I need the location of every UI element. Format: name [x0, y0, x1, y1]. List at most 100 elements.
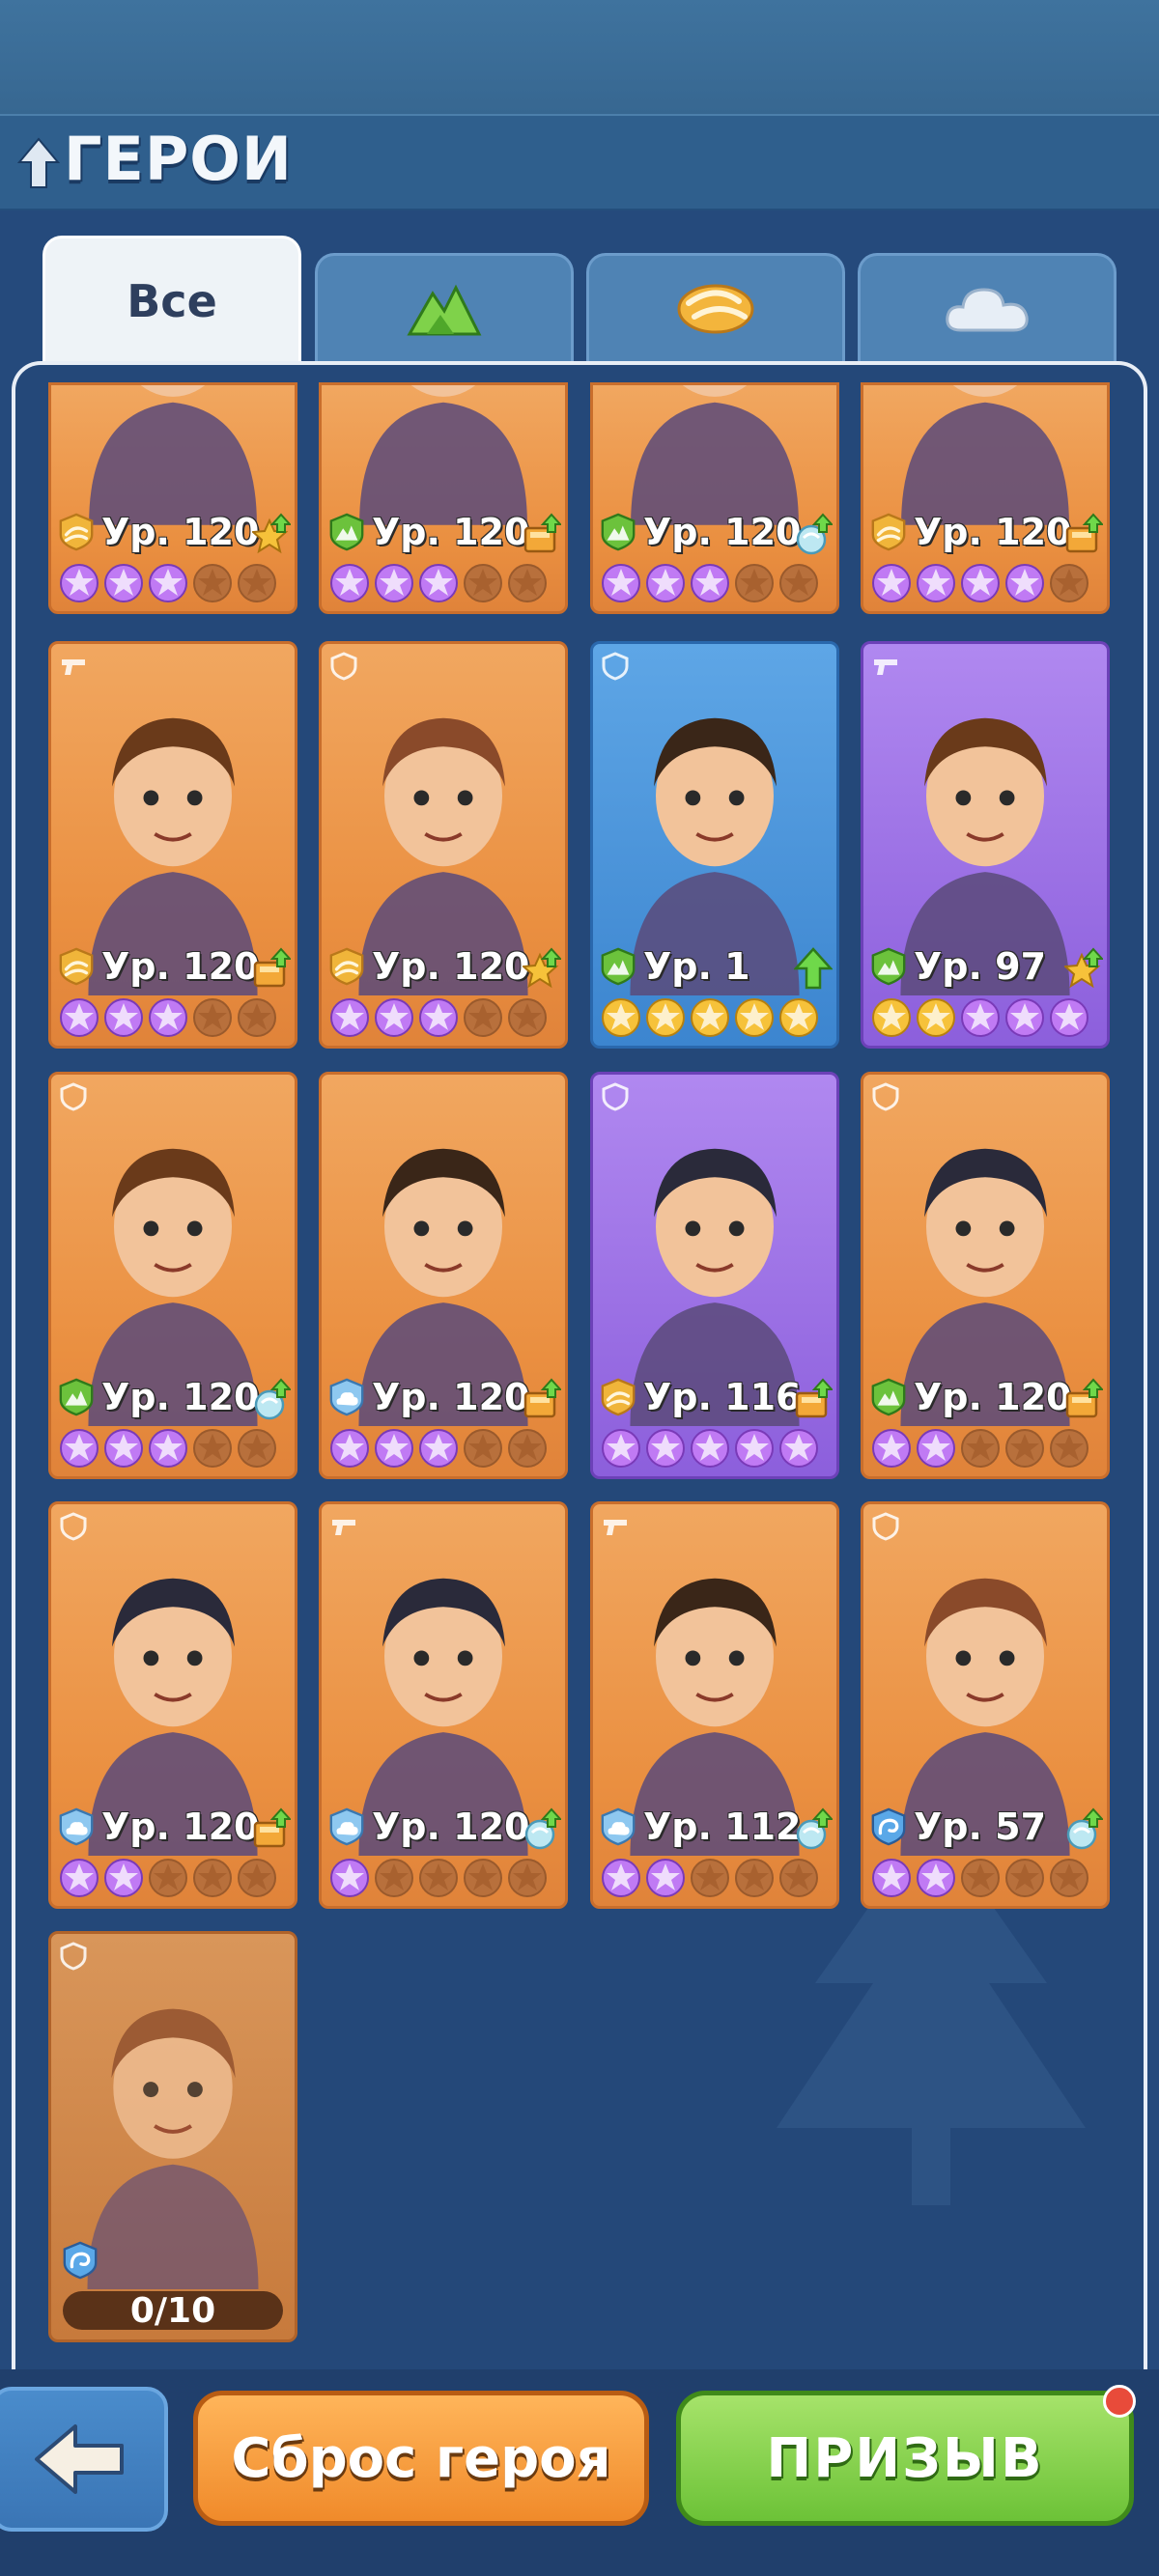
purple-star-icon	[59, 1428, 99, 1469]
hero-card[interactable]: Ур. 1	[590, 641, 839, 1049]
hero-stars	[601, 1428, 819, 1469]
gun-class-icon	[59, 652, 88, 681]
hero-level: Ур. 120	[101, 945, 260, 988]
hero-level: Ур. 57	[914, 1806, 1046, 1848]
hero-card[interactable]: Ур. 120	[861, 382, 1110, 614]
upgrade-book-icon	[252, 947, 291, 990]
summon-label: ПРИЗЫВ	[766, 2427, 1043, 2490]
purple-star-icon	[690, 1428, 730, 1469]
upgrade-star-icon	[523, 947, 561, 990]
hero-level: Ур. 120	[372, 511, 530, 553]
purple-star-icon	[148, 997, 188, 1038]
hero-card[interactable]: Ур. 120	[48, 641, 297, 1049]
purple-star-icon	[1004, 563, 1045, 603]
purple-star-icon	[374, 563, 414, 603]
gold-star-icon	[734, 997, 775, 1038]
shield-class-icon	[329, 652, 358, 681]
hero-card[interactable]: Ур. 120	[861, 1072, 1110, 1479]
sand-element-icon	[327, 947, 366, 986]
hero-stars	[871, 997, 1089, 1038]
gold-star-icon	[601, 997, 641, 1038]
shield-class-icon	[871, 1082, 900, 1111]
upgrade-arrow-icon	[794, 947, 833, 990]
empty-star-icon	[192, 1428, 233, 1469]
gold-star-icon	[916, 997, 956, 1038]
mountain-icon	[406, 280, 483, 338]
empty-star-icon	[148, 1858, 188, 1898]
purple-star-icon	[374, 997, 414, 1038]
hero-card[interactable]: Ур. 120	[48, 382, 297, 614]
hero-card[interactable]: Ур. 57	[861, 1501, 1110, 1909]
purple-star-icon	[103, 997, 144, 1038]
purple-star-icon	[871, 1428, 912, 1469]
empty-star-icon	[1049, 563, 1089, 603]
hero-level: Ур. 120	[372, 1806, 530, 1848]
hero-stars	[871, 1858, 1089, 1898]
hero-card[interactable]: Ур. 120	[319, 1072, 568, 1479]
reset-hero-label: Сброс героя	[231, 2427, 610, 2490]
top-status-area	[0, 0, 1159, 114]
empty-star-icon	[418, 1858, 459, 1898]
purple-star-icon	[329, 563, 370, 603]
purple-star-icon	[960, 563, 1001, 603]
shield-class-icon	[601, 652, 630, 681]
mountain-element-icon	[869, 947, 908, 986]
upgrade-book-icon	[523, 1378, 561, 1420]
gold-star-icon	[778, 997, 819, 1038]
gun-class-icon	[871, 652, 900, 681]
purple-star-icon	[778, 1428, 819, 1469]
upgrade-crystal-icon	[252, 1378, 291, 1420]
purple-star-icon	[418, 997, 459, 1038]
purple-star-icon	[59, 563, 99, 603]
empty-star-icon	[237, 1858, 277, 1898]
empty-star-icon	[1049, 1428, 1089, 1469]
hero-stars	[871, 1428, 1089, 1469]
shield-class-icon	[871, 1512, 900, 1541]
hero-card[interactable]: Ур. 120	[319, 382, 568, 614]
empty-star-icon	[463, 563, 503, 603]
hero-stars	[601, 563, 819, 603]
purple-star-icon	[601, 1428, 641, 1469]
mountain-element-icon	[327, 513, 366, 551]
hero-card[interactable]: Ур. 120	[590, 382, 839, 614]
hero-level: Ур. 112	[643, 1806, 802, 1848]
empty-star-icon	[237, 563, 277, 603]
shield-class-icon	[601, 1082, 630, 1111]
hero-card[interactable]: Ур. 120	[319, 1501, 568, 1909]
purple-star-icon	[916, 1428, 956, 1469]
hero-level: Ур. 120	[101, 1806, 260, 1848]
upgrade-crystal-icon	[1064, 1807, 1103, 1850]
hero-card[interactable]: Ур. 120	[319, 641, 568, 1049]
hero-card[interactable]: Ур. 112	[590, 1501, 839, 1909]
hero-stars	[329, 997, 548, 1038]
sand-element-icon	[57, 947, 96, 986]
tab-wind[interactable]	[586, 253, 845, 361]
reset-hero-button[interactable]: Сброс героя	[193, 2391, 649, 2526]
hero-card[interactable]: Ур. 120	[48, 1072, 297, 1479]
hero-stars	[601, 1858, 819, 1898]
purple-star-icon	[916, 563, 956, 603]
hero-stars	[871, 563, 1089, 603]
back-button[interactable]	[0, 2387, 168, 2532]
purple-star-icon	[103, 1428, 144, 1469]
hero-card[interactable]: Ур. 120	[48, 1501, 297, 1909]
back-arrow-icon	[31, 2421, 127, 2498]
purple-star-icon	[645, 1858, 686, 1898]
upgrade-book-icon	[523, 513, 561, 555]
summon-button[interactable]: ПРИЗЫВ	[676, 2391, 1134, 2526]
mountain-element-icon	[599, 513, 637, 551]
empty-star-icon	[192, 1858, 233, 1898]
tab-cloud[interactable]	[858, 253, 1117, 361]
purple-star-icon	[329, 997, 370, 1038]
tab-all[interactable]: Все	[42, 236, 301, 363]
tab-mountain[interactable]	[315, 253, 574, 361]
upgrade-book-icon	[1064, 1378, 1103, 1420]
hero-card[interactable]: Ур. 116	[590, 1072, 839, 1479]
empty-star-icon	[734, 1858, 775, 1898]
hero-card[interactable]: Ур. 97	[861, 641, 1110, 1049]
gold-star-icon	[645, 997, 686, 1038]
empty-star-icon	[192, 563, 233, 603]
hero-stars	[59, 997, 277, 1038]
locked-hero-card[interactable]: 0/10	[48, 1931, 297, 2342]
sand-element-icon	[869, 513, 908, 551]
